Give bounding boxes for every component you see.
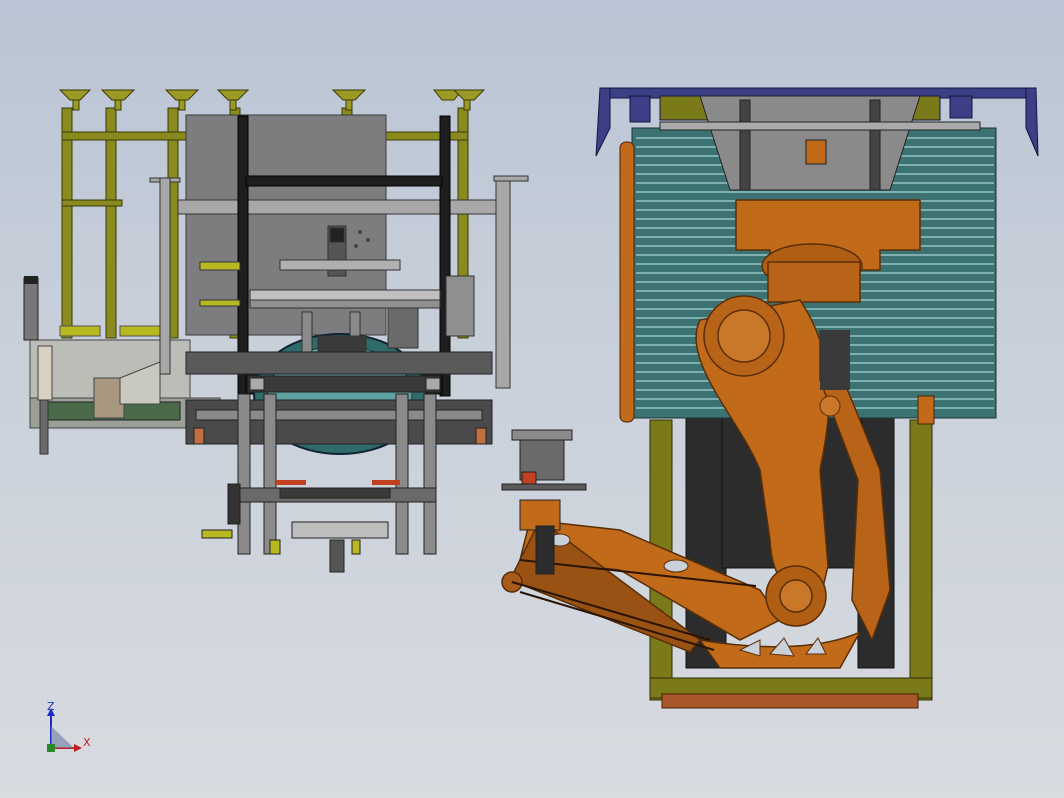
z-axis-label: Z bbox=[47, 700, 55, 713]
top-foot-pads bbox=[58, 89, 486, 111]
x-axis-label: X bbox=[83, 736, 91, 749]
copper-base bbox=[661, 693, 919, 709]
coordinate-triad[interactable]: Z X bbox=[47, 700, 91, 752]
robot-cell-right[interactable] bbox=[501, 87, 1039, 709]
orange-pins bbox=[276, 480, 400, 485]
triad-origin bbox=[47, 744, 55, 752]
cad-scene[interactable]: Z X bbox=[0, 0, 1064, 798]
x-axis-arrow-icon bbox=[74, 744, 82, 752]
cad-viewport[interactable]: Z X bbox=[0, 0, 1064, 798]
machine-assembly-left[interactable] bbox=[23, 89, 529, 573]
